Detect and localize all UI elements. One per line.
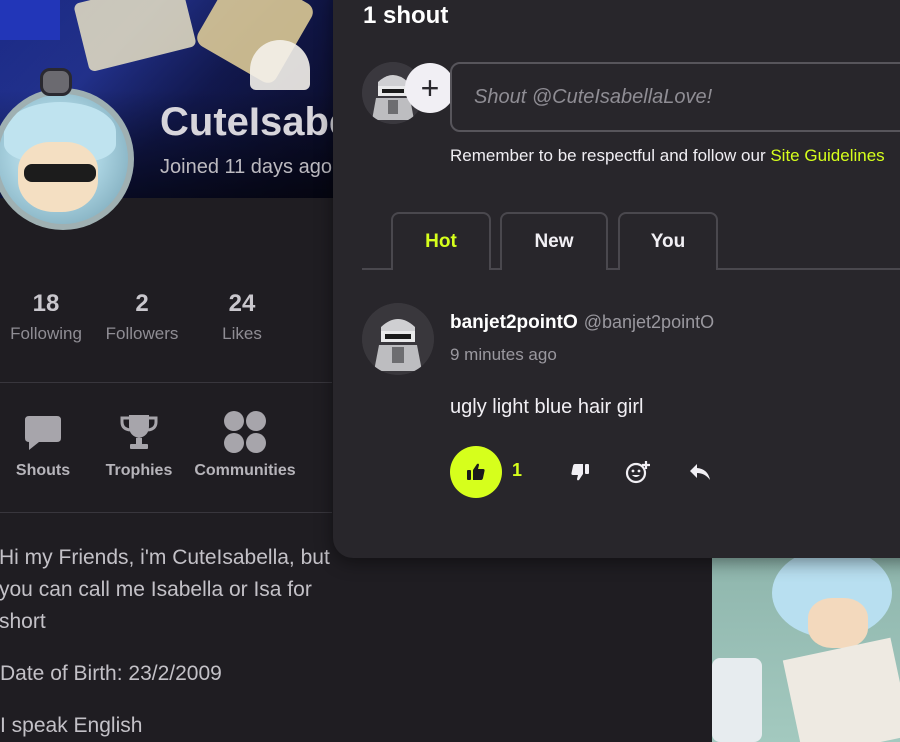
divider <box>0 382 332 383</box>
add-button[interactable]: + <box>405 63 455 113</box>
reply-button[interactable] <box>686 458 714 486</box>
bio-line: Date of Birth: 23/2/2009 <box>0 662 222 685</box>
tab-new[interactable]: New <box>500 212 608 270</box>
tile-label: Trophies <box>105 462 173 479</box>
shout-tabs: Hot New You <box>362 212 900 272</box>
reminder-text: Remember to be respectful and follow our <box>450 146 771 165</box>
joined-date: Joined 11 days ago <box>160 156 332 178</box>
tile-shouts[interactable]: Shouts <box>0 410 86 480</box>
bio-line: I speak English <box>0 714 143 737</box>
tile-label: Communities <box>194 462 296 479</box>
profile-avatar[interactable] <box>0 88 134 230</box>
stat-number: 2 <box>135 290 149 317</box>
trophy-icon <box>86 410 192 454</box>
stat-label: Likes <box>222 324 262 343</box>
avatar-badge-icon <box>40 68 72 96</box>
profile-name: CuteIsabella <box>160 100 340 144</box>
post-image[interactable] <box>712 558 900 742</box>
tile-trophies[interactable]: Trophies <box>86 410 192 480</box>
post-handle: @banjet2pointO <box>583 312 715 332</box>
add-reaction-icon <box>625 461 650 484</box>
divider <box>0 512 332 513</box>
communities-icon <box>192 410 298 454</box>
stat-label: Followers <box>105 324 179 343</box>
post-timestamp: 9 minutes ago <box>450 345 557 364</box>
guidelines-reminder: Remember to be respectful and follow our… <box>450 146 885 166</box>
like-button[interactable] <box>450 446 502 498</box>
shouts-count-title: 1 shout <box>363 2 449 29</box>
thumbs-up-icon <box>467 463 485 480</box>
stat-number: 18 <box>32 290 60 317</box>
post-author: banjet2pointO @banjet2pointO <box>450 312 714 334</box>
tab-you[interactable]: You <box>618 212 718 270</box>
site-guidelines-link[interactable]: Site Guidelines <box>770 146 884 165</box>
tile-communities[interactable]: Communities <box>192 410 298 480</box>
post-username[interactable]: banjet2pointO <box>450 312 578 333</box>
stat-followers[interactable]: 2 Followers <box>92 290 192 344</box>
add-reaction-button[interactable] <box>624 458 652 486</box>
reply-icon <box>690 464 710 480</box>
tile-label: Shouts <box>15 462 71 479</box>
post-author-avatar[interactable] <box>362 303 434 375</box>
profile-stats: 18 Following 2 Followers 24 Likes <box>0 290 332 344</box>
bio-line: Hi my Friends, i'm CuteIsabella, but you… <box>0 546 330 633</box>
thumbs-down-icon <box>571 464 589 481</box>
dislike-button[interactable] <box>566 458 594 486</box>
post-text: ugly light blue hair girl <box>450 396 644 418</box>
shout-input[interactable] <box>450 62 900 132</box>
tab-hot[interactable]: Hot <box>391 212 491 272</box>
speech-bubble-icon <box>0 410 86 454</box>
stat-following[interactable]: 18 Following <box>0 290 92 344</box>
like-count: 1 <box>512 460 523 480</box>
stat-label: Following <box>10 324 82 343</box>
stat-likes[interactable]: 24 Likes <box>192 290 292 344</box>
stat-number: 24 <box>228 290 256 317</box>
profile-nav: Shouts Trophies Communities <box>0 410 332 480</box>
profile-bio: Hi my Friends, i'm CuteIsabella, but you… <box>0 542 332 742</box>
